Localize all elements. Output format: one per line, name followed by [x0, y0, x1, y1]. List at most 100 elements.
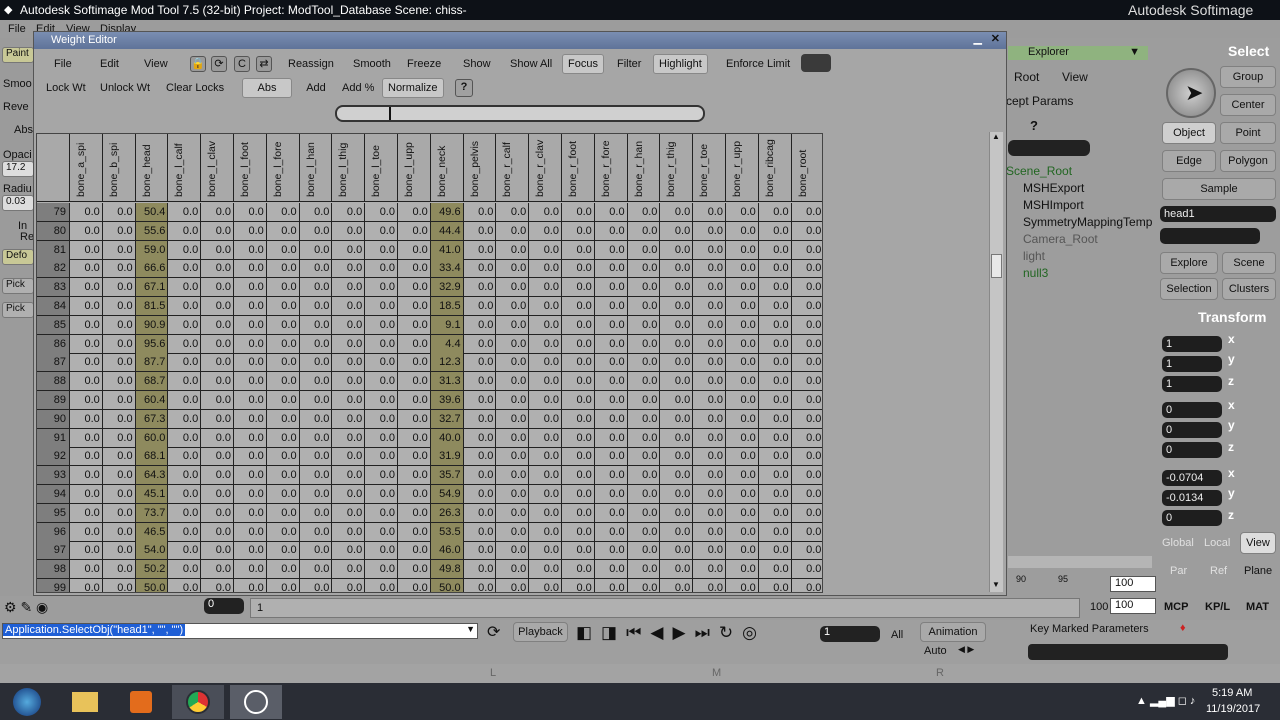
weight-cell[interactable]: 0.0: [168, 353, 202, 373]
weight-cell[interactable]: 0.0: [529, 522, 562, 542]
weight-cell[interactable]: 0.0: [299, 259, 333, 279]
weight-cell[interactable]: 0.0: [726, 372, 759, 392]
weight-cell[interactable]: 0.0: [234, 259, 267, 279]
weight-cell[interactable]: 0.0: [463, 203, 497, 222]
weight-cell[interactable]: 0.0: [627, 221, 661, 241]
weight-cell[interactable]: 0.0: [594, 447, 628, 467]
weight-cell[interactable]: 0.0: [332, 259, 366, 279]
enforce-limit-button[interactable]: Enforce Limit: [720, 54, 796, 74]
weight-cell[interactable]: 0.0: [529, 485, 562, 504]
weight-cell[interactable]: 0.0: [693, 353, 726, 373]
weight-cell[interactable]: 0.0: [791, 335, 822, 354]
weight-cell[interactable]: 0.0: [791, 523, 822, 542]
weight-cell[interactable]: 0.0: [496, 466, 530, 486]
weight-cell[interactable]: 0.0: [365, 203, 398, 222]
weight-cell[interactable]: 33.4: [430, 259, 464, 279]
weight-cell[interactable]: 0.0: [463, 466, 497, 486]
weight-cell[interactable]: 0.0: [562, 409, 595, 429]
row-number[interactable]: 95: [37, 503, 70, 523]
weight-cell[interactable]: 0.0: [70, 203, 103, 222]
weight-cell[interactable]: 9.1: [430, 315, 464, 335]
weight-cell[interactable]: 0.0: [102, 541, 136, 561]
weight-cell[interactable]: 0.0: [365, 221, 398, 241]
weight-cell[interactable]: 0.0: [234, 278, 267, 298]
weight-cell[interactable]: 0.0: [234, 579, 267, 592]
weight-cell[interactable]: 0.0: [627, 278, 661, 298]
weight-cell[interactable]: 0.0: [627, 447, 661, 467]
weight-cell[interactable]: 0.0: [332, 203, 366, 222]
weight-cell[interactable]: 0.0: [365, 522, 398, 542]
weight-cell[interactable]: 0.0: [529, 409, 562, 429]
weight-cell[interactable]: 0.0: [266, 466, 300, 486]
weight-cell[interactable]: 0.0: [627, 541, 661, 561]
weight-cell[interactable]: 0.0: [660, 503, 694, 523]
weight-cell[interactable]: 0.0: [234, 203, 267, 222]
weight-cell[interactable]: 53.5: [430, 522, 464, 542]
weight-cell[interactable]: 0.0: [201, 447, 234, 467]
weight-cell[interactable]: 41.0: [430, 240, 464, 260]
local-mode[interactable]: Local: [1204, 537, 1230, 549]
smooth-button[interactable]: Smooth: [347, 54, 397, 74]
weight-cell[interactable]: 0.0: [299, 221, 333, 241]
weight-cell[interactable]: 0.0: [332, 409, 366, 429]
weight-cell[interactable]: 0.0: [693, 259, 726, 279]
lock-icon[interactable]: 🔒: [190, 56, 206, 72]
weight-cell[interactable]: 0.0: [266, 240, 300, 260]
lock-weights-button[interactable]: Lock Wt: [40, 78, 92, 98]
weight-cell[interactable]: 0.0: [266, 409, 300, 429]
weight-cell[interactable]: 0.0: [398, 466, 431, 486]
paint-button[interactable]: Paint: [2, 47, 34, 63]
rotate-z-field[interactable]: 0: [1162, 442, 1222, 458]
weight-cell[interactable]: 0.0: [496, 560, 530, 580]
weight-cell[interactable]: 45.1: [135, 485, 169, 504]
weight-cell[interactable]: 0.0: [693, 203, 726, 222]
weight-cell[interactable]: 0.0: [70, 259, 103, 279]
weight-cell[interactable]: 0.0: [332, 466, 366, 486]
weight-cell[interactable]: 0.0: [266, 391, 300, 410]
reassign-button[interactable]: Reassign: [282, 54, 340, 74]
weight-cell[interactable]: 0.0: [496, 372, 530, 392]
weight-cell[interactable]: 0.0: [726, 579, 759, 592]
weight-cell[interactable]: 0.0: [660, 560, 694, 580]
root-menu[interactable]: Root: [1014, 70, 1039, 84]
weight-cell[interactable]: 35.7: [430, 466, 464, 486]
weight-cell[interactable]: 0.0: [266, 334, 300, 354]
weight-cell[interactable]: 0.0: [102, 522, 136, 542]
weight-cell[interactable]: 0.0: [168, 579, 202, 592]
weight-cell[interactable]: 0.0: [726, 315, 759, 335]
weight-cell[interactable]: 0.0: [234, 541, 267, 561]
weight-cell[interactable]: 0.0: [726, 503, 759, 523]
weight-cell[interactable]: 0.0: [660, 353, 694, 373]
refresh-icon[interactable]: ⟳: [211, 56, 227, 72]
weight-cell[interactable]: 0.0: [398, 315, 431, 335]
weight-cell[interactable]: 68.1: [135, 447, 169, 467]
polygon-button[interactable]: Polygon: [1220, 150, 1276, 172]
weight-cell[interactable]: 0.0: [234, 334, 267, 354]
weight-cell[interactable]: 0.0: [529, 503, 562, 523]
weight-cell[interactable]: 0.0: [562, 353, 595, 373]
column-header[interactable]: bone_r_fore: [594, 134, 628, 202]
weight-cell[interactable]: 0.0: [627, 203, 661, 222]
weight-cell[interactable]: 0.0: [693, 372, 726, 392]
row-number[interactable]: 87: [37, 353, 70, 373]
weight-cell[interactable]: 0.0: [365, 278, 398, 298]
weight-cell[interactable]: 0.0: [168, 466, 202, 486]
weight-cell[interactable]: 0.0: [758, 259, 792, 279]
weight-cell[interactable]: 0.0: [758, 221, 792, 241]
weight-cell[interactable]: 0.0: [103, 579, 136, 592]
weight-cell[interactable]: 0.0: [627, 315, 661, 335]
focus-button[interactable]: Focus: [562, 54, 604, 74]
weight-cell[interactable]: 0.0: [332, 560, 366, 580]
weight-cell[interactable]: 0.0: [660, 334, 694, 354]
weight-cell[interactable]: 0.0: [562, 579, 595, 592]
weight-cell[interactable]: 0.0: [365, 391, 398, 410]
weight-cell[interactable]: 67.3: [135, 409, 169, 429]
search-field[interactable]: [1008, 140, 1090, 156]
weight-cell[interactable]: 0.0: [693, 391, 726, 410]
view-menu[interactable]: View: [1062, 70, 1088, 84]
tool-icons[interactable]: ⚙ ✎ ◉: [4, 599, 70, 617]
pick-button-2[interactable]: Pick: [2, 302, 34, 318]
weight-cell[interactable]: 0.0: [463, 391, 497, 410]
weight-cell[interactable]: 0.0: [70, 278, 103, 298]
weight-cell[interactable]: 0.0: [299, 315, 333, 335]
